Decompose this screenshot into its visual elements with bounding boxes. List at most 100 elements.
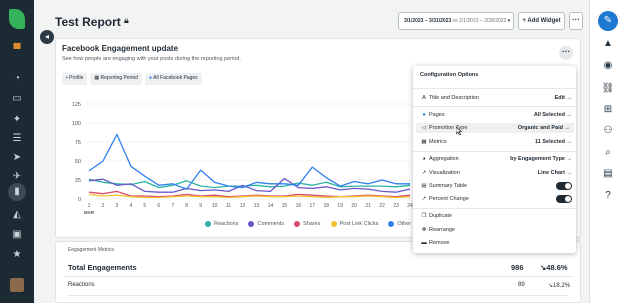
legend-swatch [205,221,211,227]
x-tick-label: 19 [337,203,343,209]
menu-item-aggregation[interactable]: ◕ Aggregation by Engagement Type → [420,154,572,164]
right-rail: ✎ ▲ ◉ ⛓ ⊞ ⚇ ⌕ ▤ ? [589,0,624,303]
menu-item-duplicate[interactable]: ❐ Duplicate [420,211,572,221]
menu-item-percent-change[interactable]: ↗ Percent Change [420,194,572,204]
x-tick-label: 14 [268,203,274,209]
date-range-text: 3/1/2023 – 3/31/2023 [404,18,452,24]
alerts-icon[interactable]: ▲ [600,37,616,51]
menu-item-title-description[interactable]: A Title and Description Edit → [420,93,572,103]
menu-title: Configuration Options [420,72,479,78]
menu-item-rearrange[interactable]: ✥ Rearrange [420,225,572,235]
notifications-icon[interactable]: ◉ [600,59,616,73]
trend-icon: ↗ [421,196,427,202]
divider [413,208,576,209]
legend-label: Comments [257,221,285,227]
x-tick-label: 11 [226,203,231,209]
arrow-right-icon: → [566,170,573,176]
campaign-icon[interactable]: ✈ [10,170,24,184]
x-tick-label: 16 [296,203,302,209]
divider [413,106,576,107]
x-tick-label: 20 [351,203,357,209]
folder-icon[interactable]: ▀ [10,43,24,57]
x-tick-label: 21 [365,203,371,209]
menu-item-summary-table[interactable]: ▤ Summary Table [420,181,572,191]
listening-icon[interactable]: ◭ [10,208,24,222]
total-engagements-change: ↘48.6% [540,263,568,272]
widget-more-button[interactable]: ··· [559,46,573,60]
lock-icon: 🔒︎ [124,15,129,25]
add-widget-button[interactable]: + Add Widget [518,12,565,30]
menu-item-metrics[interactable]: ▦ Metrics 11 Selected → [420,137,572,147]
y-tick-label: 125 [72,102,81,108]
menu-item-visualization[interactable]: ↗ Visualization Line Chart → [420,168,572,178]
compose-icon[interactable]: ✎ [598,11,618,31]
menu-item-promotion-type[interactable]: ◁ Promotion Type Organic and Paid → [416,123,574,133]
avatar[interactable] [10,278,24,292]
arrow-right-icon: → [566,95,573,101]
y-tick-label: 0 [78,197,81,203]
x-tick-label: 3 [116,203,119,209]
legend-item[interactable]: Reactions [205,221,238,227]
star-icon[interactable]: ★ [10,248,24,262]
summary-table-toggle[interactable] [556,182,572,190]
divider [413,151,576,152]
x-month-label: MAR [84,210,95,215]
more-options-button[interactable]: ··· [569,12,583,30]
engagement-line-chart: 02550751001251 2 3 4 5 6 7 8 9 10 11 12 13 14 15 16 17 18… [72,102,413,215]
add-icon[interactable]: ⊞ [600,103,616,117]
x-tick-label: 13 [254,203,260,209]
menu-item-label: Aggregation [429,156,459,162]
legend-item[interactable]: Comments [248,221,284,227]
inbox-icon[interactable]: ▭ [10,92,24,106]
copy-icon: ❐ [421,213,427,219]
x-tick-label: 7 [171,203,174,209]
briefcase-icon[interactable]: ▣ [10,228,24,242]
legend-item[interactable]: Post Link Clicks [330,221,378,227]
sprout-logo[interactable] [9,9,25,29]
list-icon[interactable]: ☰ [10,132,24,146]
menu-item-value: Line Chart [537,170,565,176]
chip-reporting-period[interactable]: ▦ Reporting Period [90,73,143,85]
menu-item-pages[interactable]: ● Pages All Selected → [420,110,572,120]
facebook-icon: ● [422,112,426,118]
total-engagements-label: Total Engagements [68,263,137,272]
chip-pages[interactable]: ● All Facebook Pages [145,73,202,85]
menu-item-remove[interactable]: ▬ Remove [420,238,572,248]
x-tick-label: 12 [240,203,246,209]
reactions-value: 89 [518,282,525,288]
total-engagements-value: 986 [511,263,524,272]
dashboard-icon[interactable]: ◔ [10,72,24,86]
link-icon[interactable]: ⛓ [600,82,616,96]
menu-item-label: Summary Table [429,183,468,189]
series-line-other-post-clicks [88,133,410,190]
x-tick-label: 15 [282,203,288,209]
legend-item[interactable]: Shares [294,221,321,227]
percent-change-toggle[interactable] [556,195,572,203]
filter-chips: ▪ Profile ▦ Reporting Period ● All Faceb… [62,73,202,85]
x-tick-label: 2 [102,203,105,209]
chart-legend: Reactions Comments Shares Post Link Clicks O… [205,221,440,227]
table-icon: ▤ [421,183,427,189]
legend-label: Reactions [214,221,239,227]
text-icon: A [422,95,426,101]
menu-item-label: Metrics [429,139,447,145]
arrow-right-icon: → [566,112,573,118]
people-icon[interactable]: ⚇ [600,124,616,138]
menu-item-label: Duplicate [429,213,452,219]
arrow-right-icon: → [564,125,571,131]
help-icon[interactable]: ? [600,189,616,203]
pin-icon[interactable]: ✦ [10,113,24,127]
send-icon[interactable]: ➤ [10,151,24,165]
chip-profile[interactable]: ▪ Profile [62,73,88,85]
menu-item-label: Remove [429,240,450,246]
chip-label: Reporting Period [100,75,139,81]
collapse-sidebar-button[interactable]: ◂ [40,30,54,44]
menu-item-value: All Selected [533,112,565,118]
search-icon[interactable]: ⌕ [600,146,616,160]
pie-icon: ◕ [422,156,426,162]
reports-icon[interactable]: ▮ [8,183,26,201]
messages-icon[interactable]: ▤ [600,167,616,181]
menu-item-value: Organic and Paid [517,125,563,131]
date-range-picker[interactable]: 3/1/2023 – 3/31/2023 vs 2/1/2023 – 2/28/… [398,12,514,30]
x-tick-label: 17 [310,203,316,209]
